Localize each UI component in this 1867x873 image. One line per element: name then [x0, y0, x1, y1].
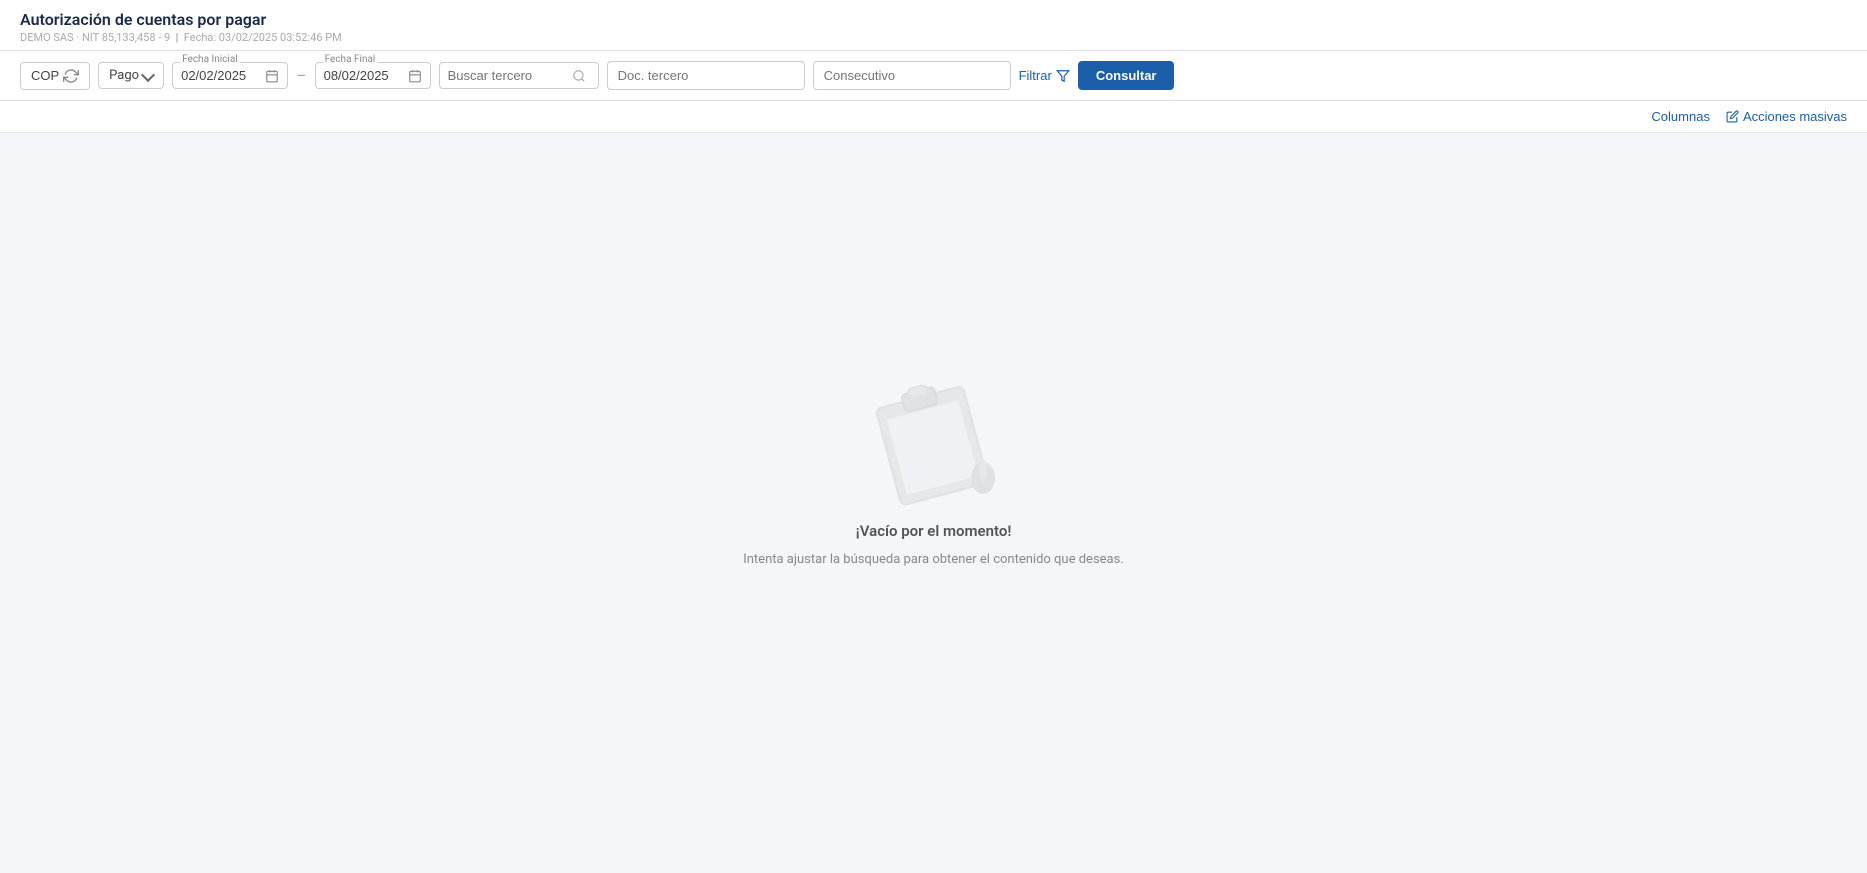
company-nit: NIT 85,133,458 - 9 [82, 31, 170, 44]
columnas-button[interactable]: Columnas [1651, 109, 1710, 124]
consecutivo-input[interactable] [813, 61, 1011, 90]
fecha-final-input[interactable] [324, 68, 404, 83]
date-range-separator: – [296, 66, 307, 85]
empty-clipboard-icon [853, 350, 1013, 510]
search-icon [572, 69, 586, 83]
pencil-icon [1726, 110, 1739, 123]
empty-state: ¡Vacío por el momento! Intenta ajustar l… [743, 350, 1124, 567]
fecha-final-input-wrapper[interactable] [315, 62, 431, 89]
actions-bar: Columnas Acciones masivas [0, 101, 1867, 133]
fecha-final-label: Fecha Final [323, 54, 378, 65]
pago-label: Pago [109, 68, 139, 83]
filtrar-button[interactable]: Filtrar [1019, 68, 1070, 83]
currency-label: COP [31, 68, 59, 83]
fecha-value: 03/02/2025 03:52:46 PM [219, 31, 342, 44]
calendar-icon-end[interactable] [408, 69, 422, 83]
acciones-label: Acciones masivas [1743, 109, 1847, 124]
toolbar: COP Pago Fecha Inicial – Fecha Final [0, 51, 1867, 101]
main-content: ¡Vacío por el momento! Intenta ajustar l… [0, 133, 1867, 783]
fecha-inicial-label: Fecha Inicial [180, 54, 240, 65]
buscar-tercero-input[interactable] [448, 68, 568, 83]
fecha-label: Fecha: [184, 31, 216, 44]
fecha-inicial-input[interactable] [181, 68, 261, 83]
columnas-label: Columnas [1651, 109, 1710, 124]
empty-title: ¡Vacío por el momento! [856, 522, 1012, 540]
fecha-final-field: Fecha Final [315, 62, 431, 89]
filtrar-label: Filtrar [1019, 68, 1052, 83]
chevron-down-icon [141, 67, 155, 81]
consultar-button[interactable]: Consultar [1078, 61, 1175, 90]
buscar-tercero-wrapper[interactable] [439, 62, 599, 89]
fecha-inicial-input-wrapper[interactable] [172, 62, 288, 89]
currency-button[interactable]: COP [20, 62, 90, 90]
calendar-icon[interactable] [265, 69, 279, 83]
page-header: Autorización de cuentas por pagar DEMO S… [0, 0, 1867, 51]
company-name: DEMO SAS [20, 31, 74, 44]
pago-dropdown[interactable]: Pago [98, 62, 164, 89]
consultar-label: Consultar [1096, 68, 1157, 83]
page-subtitle: DEMO SAS · NIT 85,133,458 - 9 | Fecha: 0… [20, 31, 1847, 44]
acciones-masivas-button[interactable]: Acciones masivas [1726, 109, 1847, 124]
doc-tercero-input[interactable] [607, 61, 805, 90]
fecha-inicial-field: Fecha Inicial [172, 62, 288, 89]
page-title: Autorización de cuentas por pagar [20, 10, 1847, 29]
empty-subtitle: Intenta ajustar la búsqueda para obtener… [743, 552, 1124, 567]
sync-icon [63, 68, 79, 84]
filter-icon [1056, 69, 1070, 83]
